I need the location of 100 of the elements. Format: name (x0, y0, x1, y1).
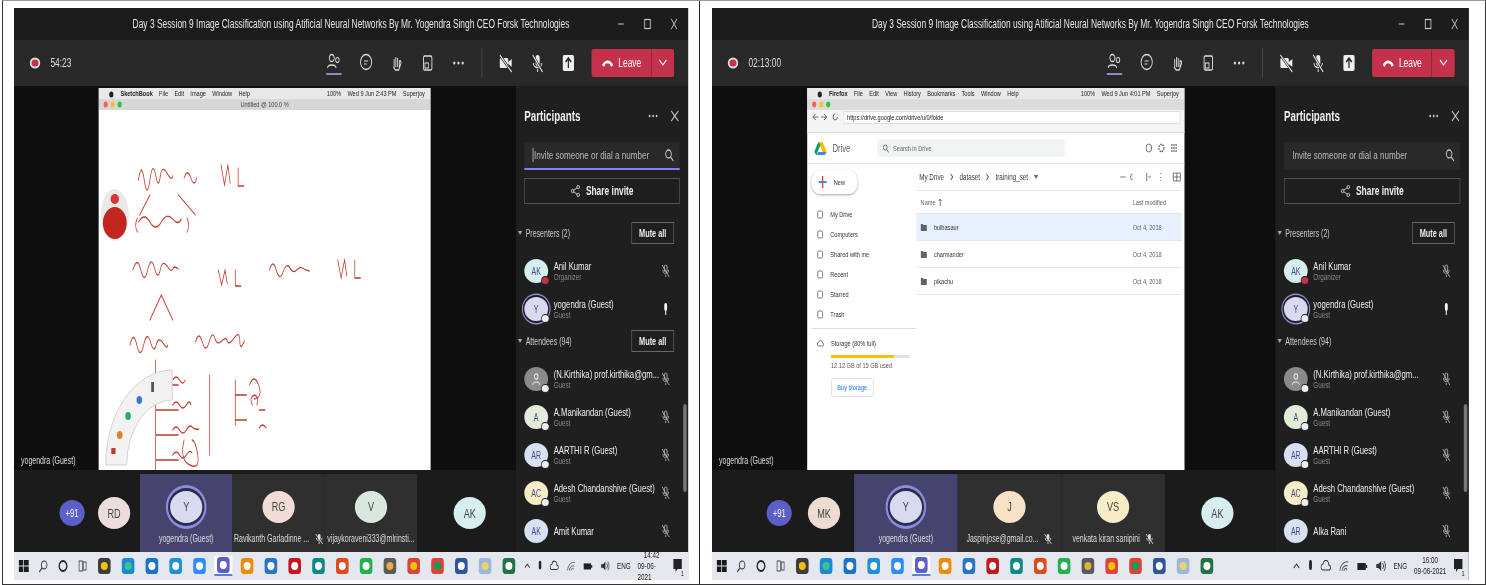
share-screen-icon[interactable] (1341, 52, 1357, 74)
menu-item[interactable]: Window (212, 88, 233, 99)
mute-all-button[interactable]: Mute all (1411, 222, 1455, 244)
file-row[interactable]: bulbasaur Oct 4, 2018 (916, 214, 1182, 241)
participants-icon[interactable] (1105, 51, 1124, 75)
share-invite-button[interactable]: Share invite (524, 178, 680, 204)
language-indicator[interactable]: ENG (616, 561, 631, 571)
breadcrumb-item[interactable]: training_set (995, 172, 1029, 182)
column-header[interactable]: Last modified (1132, 197, 1182, 207)
maximize-icon[interactable] (1423, 18, 1433, 30)
app-icon[interactable] (166, 557, 185, 575)
participant-avatar[interactable]: AK (1201, 497, 1234, 529)
ring-app-icon[interactable] (309, 557, 328, 575)
ring-icon[interactable] (754, 559, 768, 573)
file-row[interactable]: charmander Oct 4, 2018 (916, 241, 1182, 268)
menu-item[interactable]: Edit (174, 88, 185, 99)
microphone-icon[interactable] (1308, 559, 1314, 573)
app-icon[interactable] (864, 557, 883, 575)
caret-icon[interactable] (517, 338, 523, 344)
windows-logo-icon[interactable] (16, 559, 31, 573)
nav-item[interactable]: My Drive (811, 204, 917, 224)
file-row[interactable]: pikachu Oct 4, 2018 (916, 268, 1182, 295)
notification-icon[interactable] (1453, 558, 1464, 574)
leave-options-button[interactable] (651, 49, 675, 77)
participant-avatar: AK (1283, 259, 1308, 283)
menu-item[interactable]: Help (238, 88, 250, 99)
menu-item[interactable]: History (903, 88, 921, 99)
participants-icon[interactable] (325, 51, 344, 75)
search-field[interactable]: Search in Drive (876, 139, 1065, 157)
notification-icon[interactable] (672, 558, 683, 574)
buy-storage-button[interactable]: Buy storage (831, 378, 874, 397)
nav-item[interactable]: Starred (811, 284, 917, 304)
clock-date[interactable]: 09-06-2021 (1414, 566, 1447, 577)
more-participants-badge[interactable]: +91 (766, 500, 792, 526)
apps-grid-icon[interactable] (1170, 143, 1178, 153)
menu-item[interactable]: SketchBook (120, 88, 153, 99)
video-tile[interactable]: VS venkata kiran sanipini (1061, 474, 1165, 552)
invite-field[interactable]: Invite someone or dial a number (524, 142, 680, 170)
menu-item[interactable]: Help (1007, 88, 1019, 99)
navigation-arrows-icon[interactable] (811, 113, 840, 121)
breadcrumb-item[interactable]: dataset (959, 172, 981, 182)
video-tile[interactable]: J Jaspinjose@gmail.co... (957, 474, 1062, 552)
leave-button[interactable]: Leave (591, 49, 651, 77)
invite-field[interactable]: Invite someone or dial a number (1283, 142, 1461, 170)
video-tile[interactable]: Y yogendra (Guest) (854, 474, 958, 552)
nav-item[interactable]: Recent (811, 264, 917, 284)
mute-all-button[interactable]: Mute all (631, 330, 675, 352)
nav-item[interactable]: Computers (811, 224, 917, 244)
video-tile[interactable]: RG Ravikanth Garladinne ... (232, 474, 325, 552)
participant-avatar[interactable]: AK (453, 497, 486, 529)
leave-button[interactable]: Leave (1372, 49, 1432, 77)
caret-icon[interactable] (517, 230, 523, 236)
clock-time[interactable]: 16:00 (1422, 555, 1439, 566)
maximize-icon[interactable] (643, 18, 652, 30)
menu-item[interactable]: View (885, 88, 898, 99)
section-label[interactable]: Presenters (2) (1285, 227, 1330, 239)
participant-avatar[interactable]: MK (807, 497, 841, 529)
scrollbar[interactable] (683, 404, 687, 492)
breadcrumb-item[interactable]: My Drive (919, 172, 945, 182)
nav-item[interactable]: Shared with me (811, 244, 917, 264)
menu-item[interactable]: File (159, 88, 169, 99)
address-bar[interactable]: https://drive.google.com/drive/u/0/folde (843, 110, 1181, 124)
battery-icon[interactable] (583, 560, 594, 572)
language-indicator[interactable]: ENG (1393, 561, 1408, 571)
ring-app-icon[interactable] (1007, 557, 1026, 575)
share-screen-icon[interactable] (560, 52, 577, 74)
menu-item[interactable]: File (853, 88, 863, 99)
menu-item[interactable]: Firefox (828, 88, 848, 99)
clock-date[interactable]: 09-06-2021 (637, 560, 666, 583)
battery-icon[interactable] (1357, 560, 1369, 572)
menu-item[interactable]: Window (980, 88, 1001, 99)
menu-item[interactable]: Edit (869, 88, 879, 99)
participant-avatar[interactable]: RD (98, 497, 131, 529)
mute-all-button[interactable]: Mute all (631, 222, 675, 244)
video-tile[interactable]: V vijaykoraveni333@mlrinsti... (324, 474, 418, 552)
more-icon[interactable] (647, 113, 659, 119)
menu-item[interactable]: Bookmarks (927, 88, 956, 99)
settings-icon[interactable] (1157, 143, 1165, 153)
more-icon[interactable] (1428, 113, 1440, 119)
leave-options-button[interactable] (1431, 49, 1455, 77)
ring-icon[interactable] (56, 559, 70, 573)
nav-item[interactable]: Trash (811, 304, 917, 324)
menu-item[interactable]: Image (190, 88, 206, 99)
nav-item[interactable]: Storage (80% full) (811, 333, 917, 353)
column-header[interactable]: Name (920, 197, 936, 207)
caret-down-icon[interactable] (1033, 175, 1038, 179)
section-label[interactable]: Attendees (94) (525, 335, 572, 347)
clock-time[interactable]: 14:42 (643, 549, 660, 561)
section-label[interactable]: Attendees (94) (1285, 335, 1332, 347)
share-invite-button[interactable]: Share invite (1283, 178, 1461, 204)
caret-icon[interactable] (1276, 230, 1283, 236)
video-tile[interactable]: Y yogendra (Guest) (140, 474, 233, 552)
menu-item[interactable]: Tools (961, 88, 975, 99)
new-button[interactable]: New (811, 170, 858, 194)
section-label[interactable]: Presenters (2) (525, 227, 571, 239)
scrollbar[interactable] (1463, 404, 1468, 492)
caret-icon[interactable] (1276, 338, 1283, 344)
cloud-icon[interactable] (549, 560, 560, 572)
windows-logo-icon[interactable] (714, 559, 729, 573)
more-participants-badge[interactable]: +91 (59, 500, 85, 526)
